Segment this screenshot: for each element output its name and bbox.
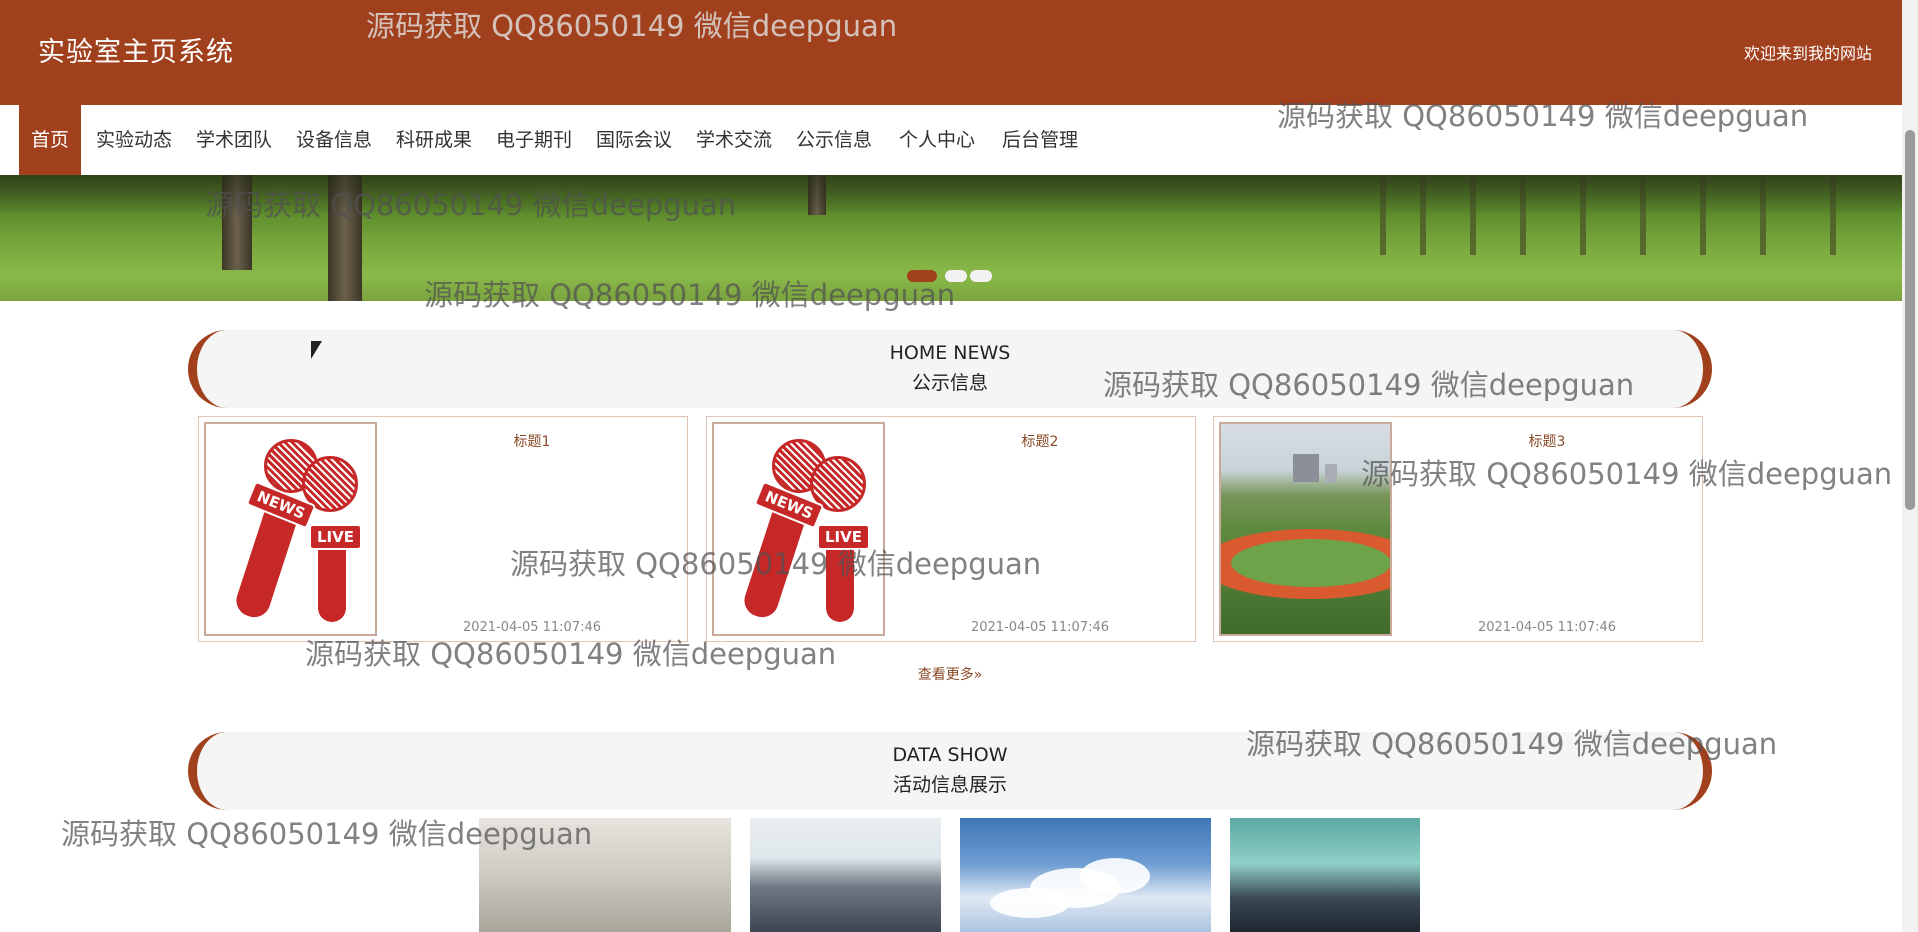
nav-item-admin[interactable]: 后台管理 <box>996 105 1084 175</box>
carousel-dot-2[interactable] <box>945 270 967 282</box>
nav-item-academic-exchange[interactable]: 学术交流 <box>690 105 778 175</box>
welcome-text: 欢迎来到我的网站 <box>1743 44 1872 63</box>
sports-field <box>1231 539 1390 587</box>
nav-item-announcements[interactable]: 公示信息 <box>790 105 878 175</box>
view-more-link[interactable]: 查看更多» <box>880 664 1020 684</box>
news-section-title-cn: 公示信息 <box>911 372 988 394</box>
news-live-image[interactable]: NEWS LIVE <box>712 422 885 636</box>
nav-item-personal-center[interactable]: 个人中心 <box>893 105 981 175</box>
site-title: 实验室主页系统 <box>38 37 234 68</box>
news-card-date: 2021-04-05 11:07:46 <box>1477 620 1617 635</box>
news-card-title[interactable]: 标题1 <box>377 431 687 451</box>
gallery-photo-2[interactable] <box>750 818 941 932</box>
banner-shade <box>0 175 1902 215</box>
nav-item-conferences[interactable]: 国际会议 <box>590 105 678 175</box>
scrollbar-thumb[interactable] <box>1905 130 1915 510</box>
nav-item-research-results[interactable]: 科研成果 <box>390 105 478 175</box>
nav-item-equipment[interactable]: 设备信息 <box>290 105 378 175</box>
news-card-date: 2021-04-05 11:07:46 <box>970 620 1110 635</box>
news-card-title[interactable]: 标题2 <box>885 431 1195 451</box>
page-scrollbar[interactable] <box>1902 0 1918 932</box>
news-card-date: 2021-04-05 11:07:46 <box>462 620 602 635</box>
mouse-cursor-icon <box>311 341 322 359</box>
main-nav: 首页 实验动态 学术团队 设备信息 科研成果 电子期刊 国际会议 学术交流 公示… <box>0 105 1902 175</box>
microphone-illustration: NEWS LIVE <box>206 424 375 634</box>
gallery-photo-4[interactable] <box>1230 818 1420 932</box>
news-card[interactable]: NEWS LIVE 标题1 2021-04-05 11:07:46 <box>198 416 688 642</box>
campus-scene <box>1221 424 1390 634</box>
news-section-title-en: HOME NEWS <box>889 342 1011 364</box>
news-live-image[interactable]: NEWS LIVE <box>204 422 377 636</box>
gallery-photo-3[interactable] <box>960 818 1211 932</box>
news-card-title[interactable]: 标题3 <box>1392 431 1702 451</box>
news-card[interactable]: 标题3 2021-04-05 11:07:46 <box>1213 416 1703 642</box>
campus-photo[interactable] <box>1219 422 1392 636</box>
data-section-title-cn: 活动信息展示 <box>892 774 1007 796</box>
gallery-photo-1[interactable] <box>479 818 731 932</box>
news-section-header: HOME NEWS 公示信息 <box>188 330 1712 408</box>
nav-item-lab-news[interactable]: 实验动态 <box>90 105 178 175</box>
nav-item-academic-team[interactable]: 学术团队 <box>190 105 278 175</box>
nav-item-journals[interactable]: 电子期刊 <box>490 105 578 175</box>
carousel-dot-3[interactable] <box>970 270 992 282</box>
carousel-dot-1[interactable] <box>907 270 937 282</box>
microphone-illustration: NEWS LIVE <box>714 424 883 634</box>
nav-item-home[interactable]: 首页 <box>19 105 81 175</box>
news-card[interactable]: NEWS LIVE 标题2 2021-04-05 11:07:46 <box>706 416 1196 642</box>
live-tag: LIVE <box>309 524 362 550</box>
data-section-title-en: DATA SHOW <box>892 744 1008 766</box>
banner-carousel[interactable] <box>0 175 1902 301</box>
data-section-header: DATA SHOW 活动信息展示 <box>188 732 1712 810</box>
live-tag: LIVE <box>817 524 870 550</box>
top-header: 实验室主页系统 欢迎来到我的网站 <box>0 0 1902 105</box>
